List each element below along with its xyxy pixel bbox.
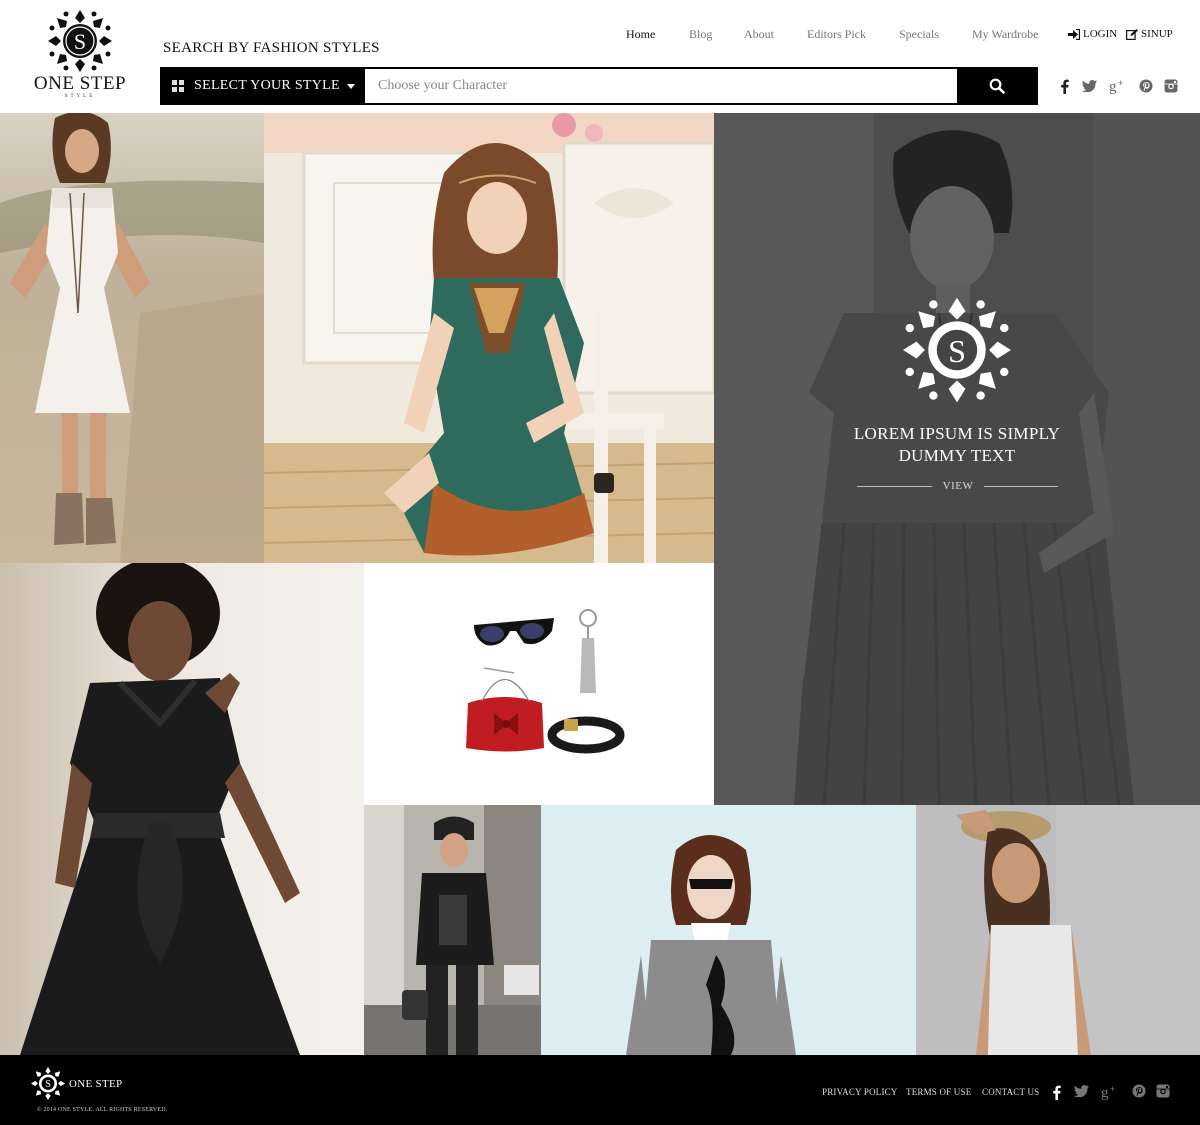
accessories-photo[interactable] (364, 563, 714, 805)
overlay-initial: S (948, 333, 966, 369)
svg-text:g: g (1109, 79, 1117, 94)
search-button[interactable] (957, 69, 1036, 103)
logo-emblem-icon: S (48, 10, 112, 72)
nav-my-wardrobe[interactable]: My Wardrobe (972, 27, 1038, 42)
style-photo-white-dress[interactable] (0, 113, 264, 563)
featured-overlay: S LOREM IPSUM IS SIMPLY DUMMY TEXT VIEW (714, 113, 1200, 805)
svg-text:+: + (1110, 1084, 1115, 1094)
google-plus-icon[interactable]: g + (1108, 77, 1126, 95)
facebook-icon[interactable] (1057, 77, 1071, 95)
nav-home[interactable]: Home (626, 27, 655, 42)
svg-text:+: + (1118, 78, 1123, 88)
footer-brand-name: ONE STEP (69, 1077, 123, 1090)
style-photo-straw-hat[interactable] (916, 805, 1200, 1055)
contact-us-link[interactable]: CONTACT US (982, 1087, 1039, 1097)
login-icon (1068, 28, 1080, 40)
featured-title-line-2: DUMMY TEXT (898, 446, 1016, 465)
brand-tagline: STYLE (64, 94, 96, 99)
twitter-icon[interactable] (1073, 1083, 1089, 1099)
grid-icon (172, 80, 184, 92)
featured-title-line-1: LOREM IPSUM IS SIMPLY (853, 424, 1061, 443)
style-photo-grey-sweater[interactable] (541, 805, 916, 1055)
terms-of-use-link[interactable]: TERMS OF USE (906, 1087, 971, 1097)
google-plus-icon[interactable]: g + (1100, 1083, 1118, 1101)
login-link[interactable]: LOGIN (1068, 28, 1117, 40)
logo-initial: S (74, 29, 86, 54)
search-icon (989, 78, 1005, 94)
privacy-policy-link[interactable]: PRIVACY POLICY (822, 1087, 898, 1097)
instagram-icon[interactable] (1163, 78, 1179, 94)
twitter-icon[interactable] (1081, 78, 1097, 94)
site-logo[interactable]: S ONE STEP STYLE (28, 10, 132, 106)
search-title: SEARCH BY FASHION STYLES (163, 40, 380, 56)
style-photo-green-dress[interactable] (264, 113, 714, 563)
instagram-icon[interactable] (1155, 1083, 1171, 1099)
style-photo-street[interactable] (364, 805, 541, 1055)
style-select-label: SELECT YOUR STYLE (194, 78, 340, 93)
footer-logo-initial: S (45, 1079, 51, 1090)
logo-emblem-icon: S (903, 297, 1011, 403)
nav-editors-pick[interactable]: Editors Pick (807, 27, 866, 42)
nav-specials[interactable]: Specials (899, 27, 939, 42)
nav-about[interactable]: About (744, 27, 774, 42)
edit-icon (1126, 28, 1138, 40)
nav-blog[interactable]: Blog (689, 27, 712, 42)
svg-text:g: g (1101, 1085, 1109, 1100)
signup-link[interactable]: SINUP (1126, 28, 1173, 40)
login-label: LOGIN (1083, 28, 1118, 40)
view-link[interactable]: VIEW (932, 480, 984, 492)
pinterest-icon[interactable] (1131, 1083, 1147, 1099)
style-select-dropdown[interactable]: SELECT YOUR STYLE (162, 69, 365, 103)
divider (984, 486, 1058, 487)
copyright-text: © 2014 ONE STYLE. ALL RIGHTS RESERVED. (37, 1107, 168, 1113)
featured-title: LOREM IPSUM IS SIMPLY DUMMY TEXT (714, 423, 1200, 467)
pinterest-icon[interactable] (1138, 78, 1154, 94)
facebook-icon[interactable] (1050, 1083, 1062, 1101)
brand-name: ONE STEP (33, 73, 127, 94)
site-header: S ONE STEP STYLE SEARCH BY FASHION STYLE… (0, 0, 1200, 113)
divider (857, 486, 932, 487)
style-photo-black-dress[interactable] (0, 563, 364, 1055)
signup-label: SINUP (1141, 28, 1173, 40)
site-footer: S ONE STEP © 2014 ONE STYLE. ALL RIGHTS … (0, 1055, 1200, 1125)
style-search-bar: SELECT YOUR STYLE (160, 67, 1038, 105)
search-input[interactable] (365, 69, 957, 103)
footer-logo[interactable]: S ONE STEP (31, 1067, 122, 1100)
chevron-down-icon (347, 83, 355, 89)
logo-emblem-icon: S (31, 1067, 65, 1100)
